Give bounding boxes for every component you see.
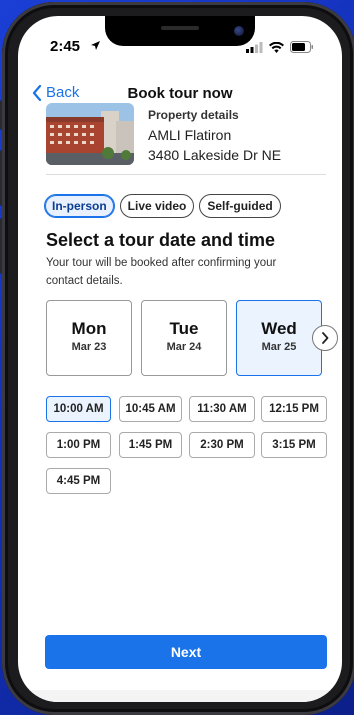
- time-slot[interactable]: 4:45 PM: [46, 468, 111, 494]
- date-card-tue[interactable]: Tue Mar 24: [141, 300, 227, 376]
- time-slot[interactable]: 12:15 PM: [261, 396, 327, 422]
- battery-icon: [290, 41, 313, 53]
- date-card-mon[interactable]: Mon Mar 23: [46, 300, 132, 376]
- time-slot[interactable]: 1:00 PM: [46, 432, 111, 458]
- tour-type-chips: In-person Live video Self-guided: [44, 194, 281, 218]
- date-card-wed[interactable]: Wed Mar 25: [236, 300, 322, 376]
- property-address: 3480 Lakeside Dr NE: [148, 147, 282, 163]
- property-name: AMLI Flatiron: [148, 127, 232, 143]
- signal-icon: [246, 41, 263, 53]
- bottom-bar: [18, 690, 342, 702]
- chevron-right-icon: [322, 332, 329, 344]
- chip-self-guided[interactable]: Self-guided: [199, 194, 281, 218]
- chip-live-video[interactable]: Live video: [119, 194, 195, 218]
- divider: [46, 174, 326, 175]
- date-day: Mon: [71, 319, 107, 338]
- speaker: [161, 26, 199, 30]
- phone-frame: 2:45 Back Book tour now Property details…: [2, 2, 354, 715]
- location-arrow-icon: [91, 41, 100, 50]
- notch: [105, 16, 255, 46]
- date-number: Mar 24: [166, 341, 202, 353]
- section-subtitle: Your tour will be booked after confirmin…: [46, 257, 277, 287]
- camera-icon: [234, 26, 244, 36]
- date-day: Wed: [261, 319, 297, 338]
- section-title: Select a tour date and time: [46, 230, 276, 250]
- status-time: 2:45: [50, 38, 81, 55]
- next-dates-button[interactable]: [312, 325, 338, 351]
- chip-in-person[interactable]: In-person: [44, 194, 115, 218]
- date-day: Tue: [169, 319, 199, 338]
- time-slot[interactable]: 10:45 AM: [119, 396, 182, 422]
- date-number: Mar 25: [261, 341, 297, 353]
- wifi-icon: [269, 41, 284, 53]
- property-details-label: Property details: [148, 108, 239, 122]
- time-slot[interactable]: 3:15 PM: [261, 432, 327, 458]
- next-button[interactable]: Next: [45, 635, 327, 669]
- date-number: Mar 23: [71, 341, 107, 353]
- property-details: Property details AMLI Flatiron 3480 Lake…: [148, 108, 281, 165]
- page-title: Book tour now: [127, 85, 233, 102]
- property-image: [46, 103, 134, 165]
- time-slot[interactable]: 10:00 AM: [46, 396, 111, 422]
- phone-screen: 2:45 Back Book tour now Property details…: [18, 16, 342, 702]
- time-slot[interactable]: 1:45 PM: [119, 432, 182, 458]
- date-picker: Mon Mar 23 Tue Mar 24 Wed Mar 25: [46, 300, 342, 378]
- time-slot[interactable]: 11:30 AM: [189, 396, 255, 422]
- status-icons: [246, 41, 314, 53]
- time-slot[interactable]: 2:30 PM: [189, 432, 255, 458]
